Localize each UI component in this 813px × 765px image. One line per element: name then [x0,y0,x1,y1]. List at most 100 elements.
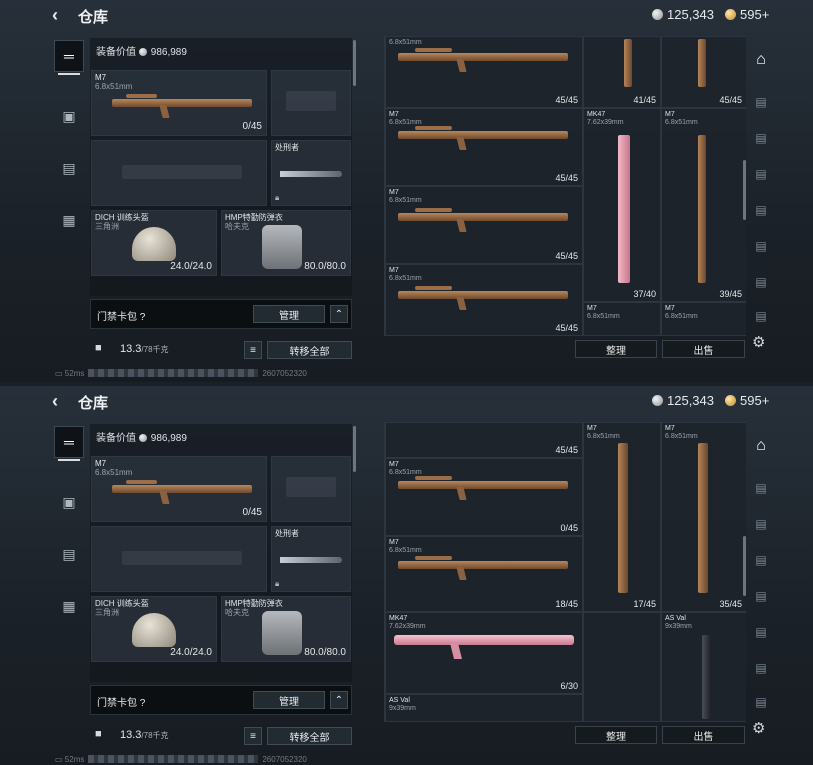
chevron-up-icon[interactable]: ⌃ [330,305,348,323]
gold-currency[interactable]: 595+ [725,393,769,408]
list-icon[interactable]: ≡ [244,341,262,359]
storage-box-icon[interactable]: ▤ [750,658,772,678]
m7-rifle-image [618,443,628,593]
sort-button[interactable]: 整理 [575,726,657,744]
storage-box-icon[interactable]: ▤ [750,128,772,148]
helmet-slot[interactable]: DICH 训练头盔 三角洲 24.0/24.0 [91,596,217,662]
storage-box-icon[interactable]: ▤ [750,514,772,534]
left-category-tabs: ═ ▣ ▤ ▦ [52,36,86,356]
storage-box-icon[interactable]: ▤ [750,622,772,642]
equipment-scrollbar[interactable] [353,426,356,472]
grid-item[interactable]: 45/45 [385,422,583,458]
grid-item[interactable]: M7 6.8x51mm 35/45 [661,422,746,612]
weight-bar: ■ 13.3/78千克 ≡ 转移全部 [90,338,352,362]
grid-item[interactable]: 45/45 [661,36,746,108]
grid-item[interactable]: AS Val 9x39mm [661,612,746,722]
grid-item[interactable]: MK47 7.62x39mm 37/40 [583,108,661,302]
top-bar: ‹ 仓库 125,343 595+ [0,0,813,30]
grid-item[interactable]: 41/45 [583,36,661,108]
grid-item[interactable]: M7 6.8x51mm 18/45 [385,536,583,612]
grid-item[interactable]: M7 6.8x51mm 0/45 [385,458,583,536]
backpack-tab-icon[interactable]: ▣ [54,486,84,518]
manage-button[interactable]: 管理 [253,691,325,709]
sort-button[interactable]: 整理 [575,340,657,358]
case-tab-icon[interactable]: ▦ [54,204,84,236]
gear-icon[interactable]: ⚙ [752,719,765,737]
primary-weapon-slot[interactable]: M7 6.8x51mm 0/45 [91,70,267,136]
gold-coin-icon [725,395,736,406]
grid-item[interactable]: M7 6.8x51mm 39/45 [661,108,746,302]
chevron-up-icon[interactable]: ⌃ [330,691,348,709]
storage-box-icon[interactable]: ▤ [750,200,772,220]
melee-slot[interactable]: 处刑者 🔒︎ [271,140,351,206]
backpack-tab-icon[interactable]: ▣ [54,100,84,132]
page-title: 仓库 [78,395,109,412]
top-bar: ‹ 仓库 125,343 595+ [0,386,813,416]
back-arrow-icon[interactable]: ‹ [52,391,58,412]
secondary-weapon-slot[interactable] [91,526,267,592]
grid-scrollbar[interactable] [743,536,746,596]
grid-item[interactable]: M7 6.8x51mm 45/45 [385,108,583,186]
warehouse-screen-1: ‹ 仓库 125,343 595+ ═ ▣ ▤ ▦ 装备价值 986,989 M… [0,0,813,382]
gold-currency[interactable]: 595+ [725,7,769,22]
back-arrow-icon[interactable]: ‹ [52,5,58,26]
grid-item[interactable]: AS Val 9x39mm [385,694,583,722]
melee-slot[interactable]: 处刑者 🔒︎ [271,526,351,592]
helmet-slot[interactable]: DICH 训练头盔 三角洲 24.0/24.0 [91,210,217,276]
help-icon[interactable]: ? [140,698,146,709]
m7-rifle-image [398,556,568,569]
list-icon[interactable]: ≡ [244,727,262,745]
rifle-silhouette-icon [122,165,242,179]
pistol-slot[interactable] [271,456,351,522]
sell-button[interactable]: 出售 [662,726,745,744]
right-storage-tabs: ⌂ ▤ ▤ ▤ ▤ ▤ ▤ ▤ [746,426,776,726]
keycard-bar: 门禁卡包 ? 管理 ⌃ [90,299,352,329]
vest-tab-icon[interactable]: ▤ [54,538,84,570]
m7-rifle-image [398,286,568,299]
grid-item[interactable]: M7 6.8x51mm 45/45 [385,264,583,336]
storage-box-icon[interactable]: ▤ [750,478,772,498]
grid-item[interactable]: MK47 7.62x39mm 6/30 [385,612,583,694]
left-category-tabs: ═ ▣ ▤ ▦ [52,422,86,742]
transfer-all-button[interactable]: 转移全部 [267,727,352,745]
lock-icon: ■ [95,342,102,354]
equipment-scrollbar[interactable] [353,40,356,86]
weapon-tab-icon[interactable]: ═ [54,426,84,461]
storage-box-icon[interactable]: ▤ [750,550,772,570]
primary-weapon-slot[interactable]: M7 6.8x51mm 0/45 [91,456,267,522]
weapon-tab-icon[interactable]: ═ [54,40,84,75]
gear-icon[interactable]: ⚙ [752,333,765,351]
grid-item[interactable]: M7 6.8x51mm 17/45 [583,422,661,612]
grid-item[interactable]: 6.8x51mm 45/45 [385,36,583,108]
grid-item [583,612,661,722]
silver-currency: 125,343 [652,393,714,408]
transfer-all-button[interactable]: 转移全部 [267,341,352,359]
grid-scrollbar[interactable] [743,160,746,220]
armor-slot[interactable]: HMP特勤防弹衣 哈夫克 80.0/80.0 [221,596,351,662]
silver-coin-icon [138,48,147,56]
storage-home-icon[interactable]: ⌂ [750,436,772,456]
storage-box-icon[interactable]: ▤ [750,306,772,326]
storage-box-icon[interactable]: ▤ [750,236,772,256]
storage-box-icon[interactable]: ▤ [750,586,772,606]
storage-box-icon[interactable]: ▤ [750,272,772,292]
storage-box-icon[interactable]: ▤ [750,92,772,112]
help-icon[interactable]: ? [140,312,146,323]
storage-box-icon[interactable]: ▤ [750,692,772,712]
storage-home-icon[interactable]: ⌂ [750,50,772,70]
armor-slot[interactable]: HMP特勤防弹衣 哈夫克 80.0/80.0 [221,210,351,276]
case-tab-icon[interactable]: ▦ [54,590,84,622]
grid-item[interactable]: M7 6.8x51mm [583,302,661,336]
armor-vest-image [262,611,302,655]
pistol-slot[interactable] [271,70,351,136]
silver-coin-icon [652,395,663,406]
manage-button[interactable]: 管理 [253,305,325,323]
secondary-weapon-slot[interactable] [91,140,267,206]
vest-tab-icon[interactable]: ▤ [54,152,84,184]
grid-item[interactable]: M7 6.8x51mm 45/45 [385,186,583,264]
grid-item[interactable]: M7 6.8x51mm [661,302,746,336]
equipment-value: 装备价值 986,989 [96,433,187,444]
sell-button[interactable]: 出售 [662,340,745,358]
storage-box-icon[interactable]: ▤ [750,164,772,184]
m7-rifle-image [112,94,252,107]
